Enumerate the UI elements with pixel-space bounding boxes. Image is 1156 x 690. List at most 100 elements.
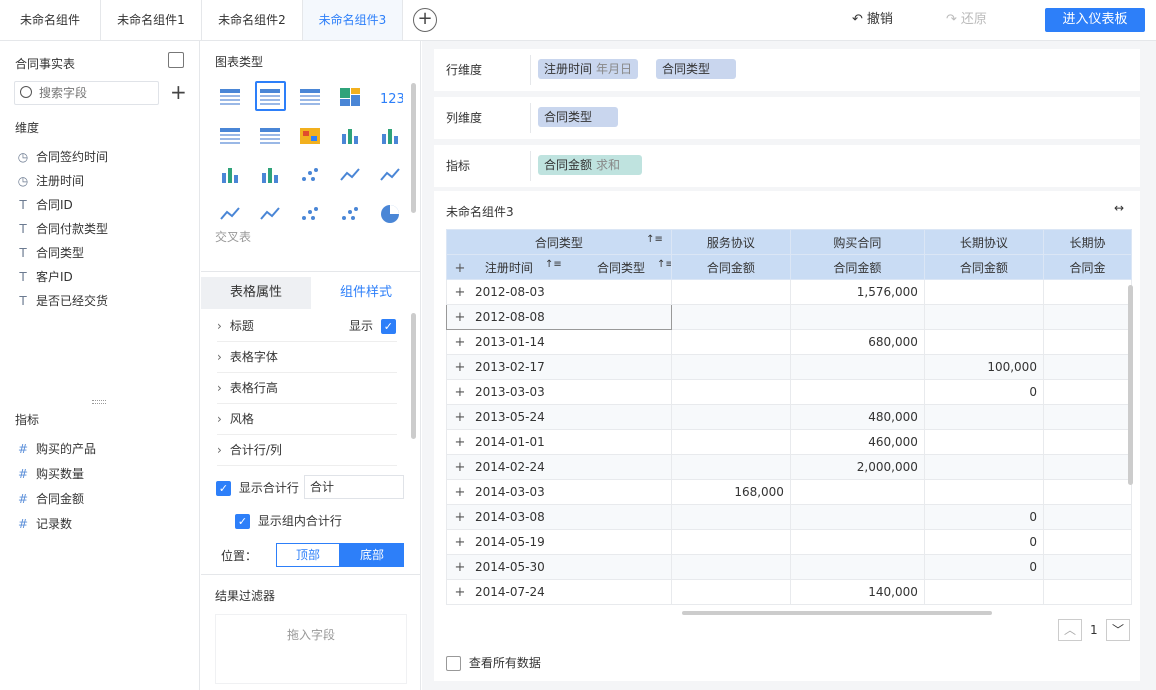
row-header-cell[interactable]: +2014-02-24 [446,454,672,480]
stacked-bar-icon[interactable] [339,126,363,146]
search-box[interactable] [14,81,159,105]
show-group-total-option[interactable]: ✓ 显示组内合计行 [235,512,342,530]
expand-icon[interactable]: + [453,535,467,550]
style-section[interactable]: › 表格字体 [217,342,397,373]
dimension-field[interactable]: T 客户ID [15,266,72,288]
row-header-cell[interactable]: +2014-01-01 [446,429,672,455]
scatter-icon[interactable] [299,204,323,224]
dimension-field[interactable]: T 是否已经交货 [15,290,108,312]
dimension-field[interactable]: ◷ 合同签约时间 [15,146,108,168]
measure-field[interactable]: # 记录数 [15,513,72,535]
row-header-cell[interactable]: +2013-01-14 [446,329,672,355]
row-header-cell[interactable]: +2012-08-08 [446,304,672,330]
fit-width-icon[interactable]: ↔ [1114,201,1124,215]
dimension-field[interactable]: ◷ 注册时间 [15,170,84,192]
row-header-cell[interactable]: +2014-03-08 [446,504,672,530]
show-title-checkbox[interactable]: ✓ [380,319,396,334]
expand-icon[interactable]: + [453,585,467,600]
total-label-input[interactable]: 合计 [304,475,404,499]
expand-icon[interactable]: + [453,460,467,475]
scatter-dot-icon[interactable] [299,165,323,185]
page-up-button[interactable]: ︿ [1058,619,1082,641]
pie-icon[interactable] [379,204,403,224]
expand-icon[interactable]: + [453,560,467,575]
style-scrollbar[interactable] [411,313,416,439]
tab-component-style[interactable]: 组件样式 [311,277,421,309]
row-header-cell[interactable]: +2014-03-03 [446,479,672,505]
chart-scrollbar[interactable] [411,83,416,213]
expand-icon[interactable]: + [453,385,467,400]
measure-field[interactable]: # 购买数量 [15,463,84,485]
dimension-field[interactable]: T 合同类型 [15,242,84,264]
view-all-data-option[interactable]: 查看所有数据 [446,655,541,671]
undo-button[interactable]: ↶ 撤销 [852,0,893,40]
color-table-icon[interactable] [219,126,243,146]
metric-pill-contract-amount[interactable]: 合同金额 求和 [538,155,642,175]
expand-icon[interactable]: + [453,435,467,450]
position-bottom-button[interactable]: 底部 [340,543,404,567]
expand-icon[interactable]: + [453,410,467,425]
page-down-button[interactable]: ﹀ [1106,619,1130,641]
sort-icon[interactable]: ↑≡ [545,259,562,270]
treemap-icon[interactable] [339,87,363,107]
sort-icon[interactable]: ↑≡ [646,234,663,245]
tab-component-1[interactable]: 未命名组件1 [101,0,202,40]
expand-icon[interactable]: + [453,310,467,325]
resize-handle[interactable] [92,400,106,404]
number-card-icon[interactable]: 123 [379,87,405,107]
enter-dashboard-button[interactable]: 进入仪表板 [1045,8,1145,32]
style-section[interactable]: › 合计行/列 [217,435,397,466]
show-group-total-checkbox[interactable]: ✓ [235,514,250,529]
heatmap-icon[interactable] [299,126,323,146]
line-icon[interactable] [339,165,363,185]
metric-box[interactable]: 指标 合同金额 求和 [434,145,1140,187]
show-total-row-option[interactable]: ✓ 显示合计行 [216,479,299,497]
tab-component-0[interactable]: 未命名组件 [0,0,101,40]
table-icon[interactable] [219,87,243,107]
header-contract-type[interactable]: 合同类型 ↑≡ [446,229,672,255]
view-all-checkbox[interactable] [446,656,461,671]
table-vscroll[interactable] [1128,285,1133,485]
add-tab-button[interactable]: + [413,8,437,32]
row-dimension-box[interactable]: 行维度 注册时间 年月日 合同类型 [434,49,1140,91]
table-hscroll[interactable] [682,611,992,615]
row-pill-register-time[interactable]: 注册时间 年月日 [538,59,639,79]
measure-field[interactable]: # 购买的产品 [15,438,96,460]
row-header-cell[interactable]: +2013-03-03 [446,379,672,405]
bar-icon[interactable] [379,126,403,146]
bubble-table-icon[interactable] [259,126,283,146]
force-graph-icon[interactable] [339,204,363,224]
position-top-button[interactable]: 顶部 [276,543,340,567]
row-header-cell[interactable]: +2014-05-30 [446,554,672,580]
curve-icon[interactable] [259,204,283,224]
column-dimension-box[interactable]: 列维度 合同类型 [434,97,1140,139]
add-field-button[interactable]: + [170,81,187,103]
dimension-field[interactable]: T 合同ID [15,194,72,216]
expand-icon[interactable]: + [453,285,467,300]
row-header-cell[interactable]: +2012-08-03 [446,279,672,305]
radar-icon[interactable] [219,204,243,224]
row-header-cell[interactable]: +2013-02-17 [446,354,672,380]
expand-icon[interactable]: + [453,485,467,500]
expand-icon[interactable]: + [453,360,467,375]
grouped-table-icon[interactable] [259,87,283,107]
multi-bar-icon[interactable] [259,165,283,185]
tab-component-2[interactable]: 未命名组件2 [202,0,303,40]
crosstab-icon[interactable] [299,87,323,107]
column-icon[interactable] [219,165,243,185]
style-section[interactable]: › 表格行高 [217,373,397,404]
filter-drop-zone[interactable]: 拖入字段 [215,614,407,684]
expand-icon[interactable]: + [453,335,467,350]
row-pill-contract-type[interactable]: 合同类型 [656,59,736,79]
tab-component-3[interactable]: 未命名组件3 [303,0,403,40]
expand-all-icon[interactable]: + [453,261,467,276]
area-line-icon[interactable] [379,165,403,185]
switch-table-icon[interactable] [168,52,184,68]
redo-button[interactable]: ↷ 还原 [946,0,987,40]
measure-field[interactable]: # 合同金额 [15,488,84,510]
dimension-field[interactable]: T 合同付款类型 [15,218,108,240]
row-header-cell[interactable]: +2014-07-24 [446,579,672,605]
tab-table-properties[interactable]: 表格属性 [201,277,311,309]
row-header-cell[interactable]: +2013-05-24 [446,404,672,430]
expand-icon[interactable]: + [453,510,467,525]
